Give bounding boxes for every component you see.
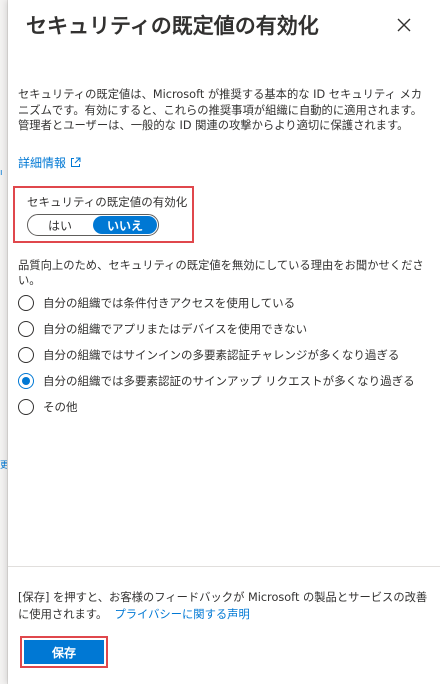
toggle-option-no[interactable]: いいえ	[93, 216, 157, 234]
reason-label: 自分の組織ではサインインの多要素認証チャレンジが多くなり過ぎる	[43, 348, 400, 362]
save-button[interactable]: 保存	[24, 640, 104, 664]
reason-option[interactable]: 自分の組織でアプリまたはデバイスを使用できない	[18, 318, 307, 340]
reason-label: 自分の組織では条件付きアクセスを使用している	[43, 296, 296, 310]
radio-selected-dot	[22, 377, 30, 385]
toggle-option-yes[interactable]: はい	[28, 215, 92, 235]
reason-option[interactable]: 自分の組織では多要素認証のサインアップ リクエストが多くなり過ぎる	[18, 370, 415, 392]
reason-option[interactable]: 自分の組織ではサインインの多要素認証チャレンジが多くなり過ぎる	[18, 344, 399, 366]
background-mark: 更	[0, 461, 7, 471]
reason-label: 自分の組織では多要素認証のサインアップ リクエストが多くなり過ぎる	[43, 374, 415, 388]
enable-defaults-section: セキュリティの既定値の有効化 はい いいえ	[13, 186, 194, 243]
more-info-label: 詳細情報	[18, 156, 67, 170]
radio-button[interactable]	[18, 321, 34, 337]
radio-button[interactable]	[18, 295, 34, 311]
footer-divider	[8, 566, 440, 567]
radio-button[interactable]	[18, 347, 34, 363]
privacy-statement-link[interactable]: プライバシーに関する声明	[114, 608, 249, 621]
reason-option[interactable]: 自分の組織では条件付きアクセスを使用している	[18, 292, 295, 314]
radio-button[interactable]	[18, 399, 34, 415]
reason-label: 自分の組織でアプリまたはデバイスを使用できない	[43, 322, 308, 336]
background-page-strip: ı 更	[0, 0, 8, 684]
panel-title: セキュリティの既定値の有効化	[26, 14, 319, 38]
background-mark: ı	[0, 168, 3, 178]
reason-prompt: 品質向上のため、セキュリティの既定値を無効にしている理由をお聞かせください。	[18, 259, 424, 287]
close-button[interactable]	[392, 13, 416, 37]
description-text: セキュリティの既定値は、Microsoft が推奨する基本的な ID セキュリテ…	[18, 88, 423, 132]
reason-option[interactable]: その他	[18, 396, 78, 418]
radio-button-selected[interactable]	[18, 373, 34, 389]
enable-defaults-label: セキュリティの既定値の有効化	[27, 195, 188, 209]
more-info-link[interactable]: 詳細情報	[18, 154, 81, 171]
close-icon	[397, 18, 411, 32]
reason-label: その他	[43, 400, 78, 414]
enable-defaults-toggle[interactable]: はい いいえ	[27, 214, 159, 236]
footer-feedback-text: [保存] を押すと、お客様のフィードバックが Microsoft の製品とサービ…	[18, 589, 428, 623]
save-highlight: 保存	[20, 636, 108, 668]
external-link-icon	[71, 157, 81, 167]
